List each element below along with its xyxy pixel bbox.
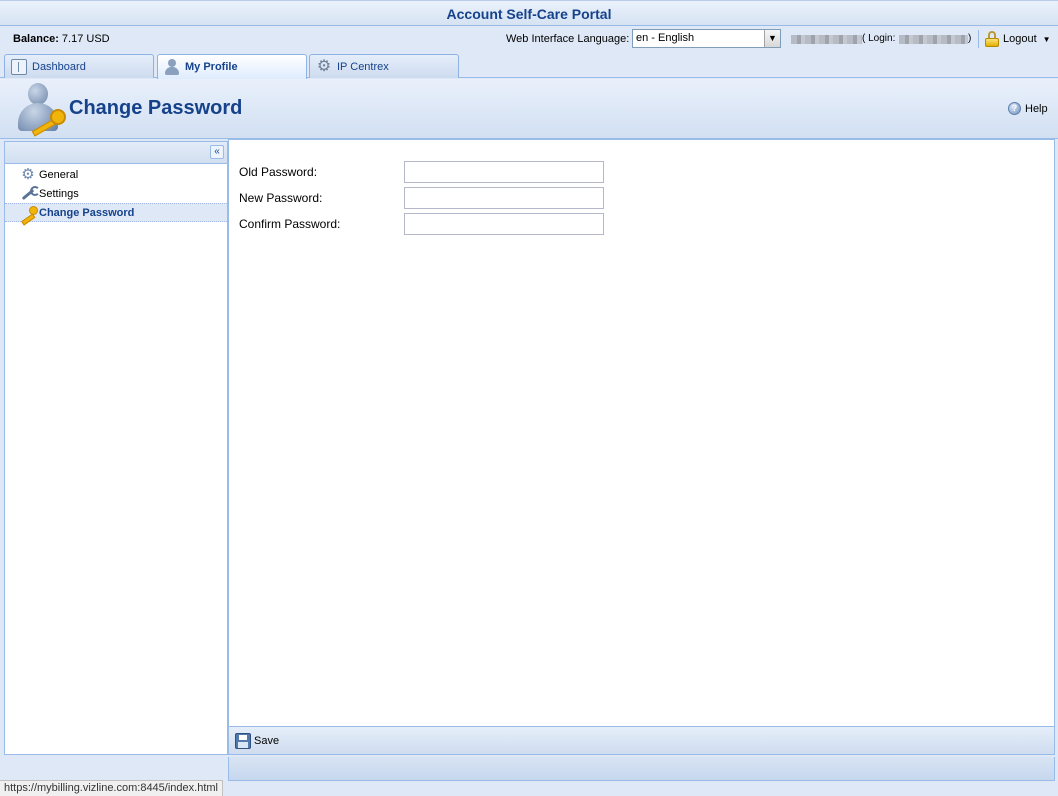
toolbar-separator bbox=[978, 30, 979, 48]
floppy-disk-icon bbox=[235, 732, 251, 749]
login-label: ( Login: bbox=[862, 33, 896, 44]
logout-label: Logout bbox=[1003, 33, 1037, 45]
user-key-icon bbox=[16, 83, 68, 137]
chevron-down-icon[interactable]: ▼ bbox=[764, 30, 780, 47]
balance-value: 7.17 USD bbox=[61, 33, 110, 45]
portal-title: Account Self-Care Portal bbox=[446, 6, 612, 22]
confirm-password-label: Confirm Password: bbox=[239, 217, 341, 231]
language-label: Web Interface Language: bbox=[506, 33, 630, 45]
logout-button[interactable]: Logout ▼ bbox=[985, 29, 1051, 49]
save-button[interactable]: Save bbox=[235, 732, 280, 749]
sidebar-item-general[interactable]: ⚙ General bbox=[5, 165, 227, 184]
sidebar-item-change-password[interactable]: Change Password bbox=[5, 203, 227, 222]
sidebar: « ⚙ General Settings Change Password bbox=[4, 141, 228, 755]
save-label: Save bbox=[254, 734, 280, 747]
login-close-paren: ) bbox=[968, 33, 972, 44]
help-link[interactable]: ? Help bbox=[1008, 102, 1048, 115]
collapse-icon[interactable]: « bbox=[210, 145, 224, 159]
sidebar-item-settings[interactable]: Settings bbox=[5, 184, 227, 203]
info-bar: Balance: 7.17 USD Web Interface Language… bbox=[0, 26, 1058, 52]
bottom-toolbar: Save bbox=[229, 726, 1054, 754]
tab-label: My Profile bbox=[185, 61, 238, 73]
tab-ip-centrex[interactable]: ⚙ IP Centrex bbox=[309, 54, 459, 78]
sidebar-item-label: Settings bbox=[39, 187, 79, 200]
sidebar-item-label: General bbox=[39, 168, 79, 181]
gear-icon: ⚙ bbox=[316, 57, 332, 75]
confirm-password-field[interactable] bbox=[404, 213, 604, 235]
balance-label: Balance: bbox=[13, 33, 59, 45]
lock-icon bbox=[985, 31, 999, 47]
tab-label: Dashboard bbox=[32, 60, 86, 73]
page-title: Change Password bbox=[69, 97, 243, 119]
sidebar-header: « bbox=[5, 142, 227, 164]
balance-display: Balance: 7.17 USD bbox=[13, 33, 110, 45]
tab-dashboard[interactable]: Dashboard bbox=[4, 54, 154, 78]
tab-strip: Dashboard My Profile ⚙ IP Centrex bbox=[0, 52, 1058, 79]
tab-my-profile[interactable]: My Profile bbox=[157, 54, 307, 79]
help-icon: ? bbox=[1008, 102, 1021, 115]
old-password-field[interactable] bbox=[404, 161, 604, 183]
language-selected-value: en - English bbox=[636, 32, 695, 44]
help-label: Help bbox=[1025, 102, 1048, 115]
sidebar-item-label: Change Password bbox=[39, 206, 135, 219]
new-password-field[interactable] bbox=[404, 187, 604, 209]
caret-down-icon: ▼ bbox=[1042, 34, 1051, 44]
key-icon bbox=[20, 205, 38, 221]
page-header: Change Password ? Help bbox=[0, 79, 1058, 139]
dashboard-icon bbox=[11, 58, 27, 75]
gear-icon: ⚙ bbox=[21, 165, 35, 183]
new-password-row: New Password: bbox=[239, 187, 322, 209]
new-password-label: New Password: bbox=[239, 191, 323, 205]
tab-label: IP Centrex bbox=[337, 60, 389, 73]
wrench-icon bbox=[20, 185, 40, 202]
footer-band bbox=[228, 757, 1055, 781]
redacted-username bbox=[791, 35, 862, 44]
old-password-label: Old Password: bbox=[239, 165, 318, 179]
language-select[interactable]: en - English ▼ bbox=[632, 29, 781, 48]
person-icon bbox=[164, 59, 180, 75]
redacted-login bbox=[899, 35, 968, 44]
status-bar-url: https://mybilling.vizline.com:8445/index… bbox=[0, 780, 223, 796]
main-panel: Old Password: New Password: Confirm Pass… bbox=[228, 139, 1055, 755]
portal-titlebar: Account Self-Care Portal bbox=[0, 0, 1058, 26]
old-password-row: Old Password: bbox=[239, 161, 317, 183]
confirm-password-row: Confirm Password: bbox=[239, 213, 340, 235]
